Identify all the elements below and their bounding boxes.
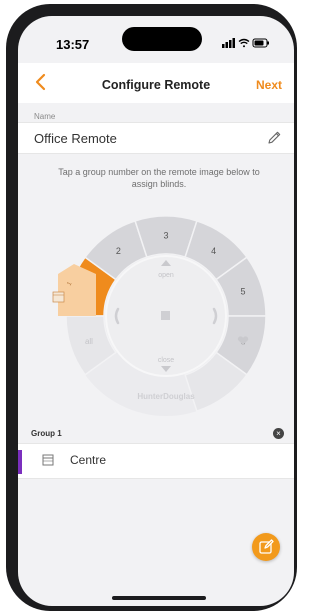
list-item[interactable]: Centre (18, 443, 294, 479)
edit-icon (259, 539, 274, 554)
close-label: close (158, 357, 174, 364)
group-label-3: 3 (163, 231, 168, 241)
group-header: Group 1 × (18, 425, 294, 443)
blind-assignment-tab: 1 (52, 264, 96, 316)
app-screen: 13:57 Configure Remote Next Name Office … (18, 16, 294, 606)
group-label-2: 2 (116, 246, 121, 256)
blind-label: Centre (70, 453, 107, 467)
stop-button[interactable] (161, 311, 170, 320)
group-title: Group 1 (31, 429, 62, 438)
open-label: open (158, 272, 174, 279)
remote-image: 123456all open close HunterDouglas 1 (52, 215, 267, 416)
selection-marker (18, 450, 22, 474)
phone-frame: 13:57 Configure Remote Next Name Office … (6, 4, 297, 611)
close-icon[interactable]: × (273, 428, 284, 439)
home-indicator (112, 596, 206, 600)
group-label-5: 5 (241, 286, 246, 296)
group-label-4: 4 (211, 246, 216, 256)
blind-icon (42, 454, 54, 466)
brand-logo: HunterDouglas (137, 392, 195, 401)
edit-fab-button[interactable] (252, 533, 280, 561)
all-label: all (85, 337, 93, 346)
